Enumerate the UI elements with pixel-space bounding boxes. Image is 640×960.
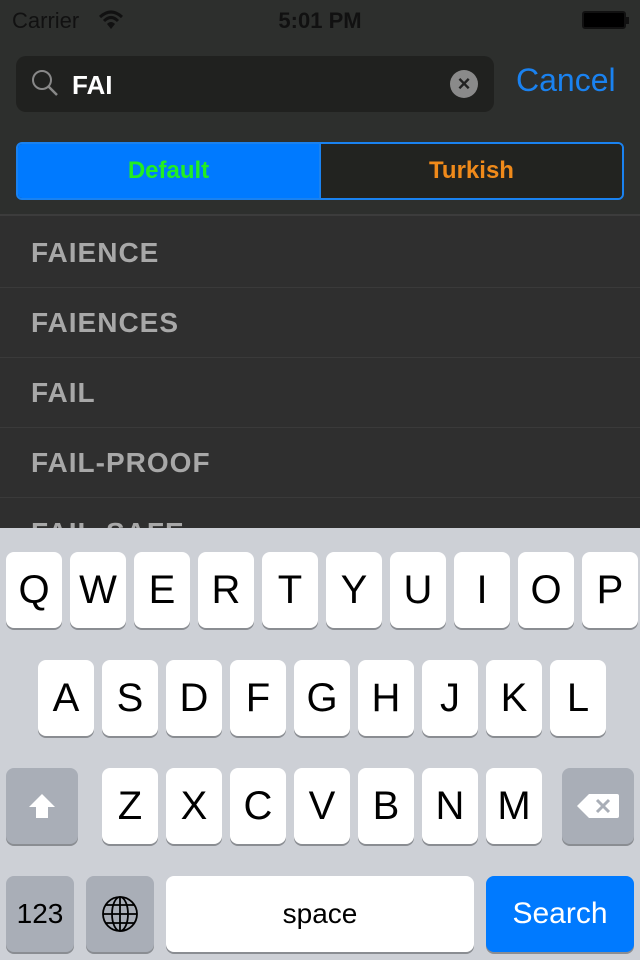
key-t[interactable]: T — [262, 552, 318, 628]
key-d[interactable]: D — [166, 660, 222, 736]
key-v[interactable]: V — [294, 768, 350, 844]
key-f[interactable]: F — [230, 660, 286, 736]
space-key[interactable]: space — [166, 876, 474, 952]
key-y[interactable]: Y — [326, 552, 382, 628]
key-q[interactable]: Q — [6, 552, 62, 628]
language-segmented-control: Default Turkish — [16, 142, 624, 200]
backspace-icon — [577, 794, 619, 818]
key-b[interactable]: B — [358, 768, 414, 844]
list-item[interactable]: FAIENCE — [0, 218, 640, 288]
key-n[interactable]: N — [422, 768, 478, 844]
search-key[interactable]: Search — [486, 876, 634, 952]
cancel-button[interactable]: Cancel — [516, 62, 616, 99]
results-list: FAIENCE FAIENCES FAIL FAIL-PROOF FAIL-SA… — [0, 218, 640, 568]
shift-icon — [29, 794, 55, 818]
search-header: FAI × Cancel Default Turkish — [0, 40, 640, 216]
key-j[interactable]: J — [422, 660, 478, 736]
globe-icon — [102, 896, 138, 932]
key-i[interactable]: I — [454, 552, 510, 628]
segment-turkish[interactable]: Turkish — [319, 144, 622, 198]
list-item[interactable]: FAIENCES — [0, 288, 640, 358]
key-w[interactable]: W — [70, 552, 126, 628]
list-item[interactable]: FAIL — [0, 358, 640, 428]
globe-key[interactable] — [86, 876, 154, 952]
key-c[interactable]: C — [230, 768, 286, 844]
key-z[interactable]: Z — [102, 768, 158, 844]
key-a[interactable]: A — [38, 660, 94, 736]
numbers-key[interactable]: 123 — [6, 876, 74, 952]
status-bar: Carrier 5:01 PM — [0, 0, 640, 40]
search-icon — [32, 70, 58, 96]
key-u[interactable]: U — [390, 552, 446, 628]
shift-key[interactable] — [6, 768, 78, 844]
search-value: FAI — [72, 70, 113, 100]
key-r[interactable]: R — [198, 552, 254, 628]
key-x[interactable]: X — [166, 768, 222, 844]
keyboard: 123 space Search QWERTYUIOP ASDFGHJKL ZXCV… — [0, 528, 640, 960]
key-s[interactable]: S — [102, 660, 158, 736]
segment-default[interactable]: Default — [18, 144, 319, 198]
key-g[interactable]: G — [294, 660, 350, 736]
key-e[interactable]: E — [134, 552, 190, 628]
key-p[interactable]: P — [582, 552, 638, 628]
key-h[interactable]: H — [358, 660, 414, 736]
clock: 5:01 PM — [278, 8, 362, 33]
search-input[interactable]: FAI × — [16, 56, 494, 112]
key-l[interactable]: L — [550, 660, 606, 736]
key-m[interactable]: M — [486, 768, 542, 844]
clear-icon[interactable]: × — [450, 70, 478, 98]
key-o[interactable]: O — [518, 552, 574, 628]
delete-key[interactable] — [562, 768, 634, 844]
list-item[interactable]: FAIL-PROOF — [0, 428, 640, 498]
key-k[interactable]: K — [486, 660, 542, 736]
battery-icon — [582, 11, 629, 29]
